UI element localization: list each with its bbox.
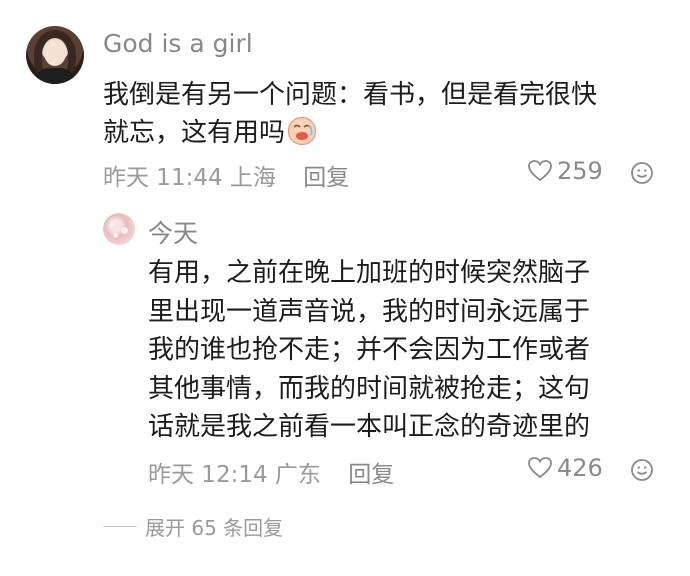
like-count: 259	[557, 157, 603, 185]
replier-avatar[interactable]	[103, 213, 135, 245]
reply-text-line: 话就是我之前看一本叫正念的奇迹里的	[148, 412, 591, 442]
react-button[interactable]	[630, 161, 654, 189]
avatar-body-shape	[36, 68, 74, 84]
comment-text-line: 就忘，这有用吗	[103, 114, 668, 152]
replier-username[interactable]: 今天	[148, 214, 198, 250]
react-button[interactable]	[630, 458, 654, 486]
comment-time: 昨天 11:44	[103, 165, 223, 191]
reply-text-line: 我的谁也抢不走；并不会因为工作或者	[148, 335, 591, 365]
reply-text-line: 其他事情，而我的时间就被抢走；这句	[148, 373, 591, 404]
reply-text: 有用，之前在晚上加班的时候突然脑子 里出现一道声音说，我的时间永远属于 我的谁也…	[148, 254, 658, 447]
comment-text: 我倒是有另一个问题：看书，但是看完很快 就忘，这有用吗	[103, 76, 668, 152]
commenter-username[interactable]: God is a girl	[103, 29, 253, 58]
reply-meta: 昨天 12:14 广东 回复	[148, 455, 394, 489]
avatar-decoration	[113, 233, 118, 238]
reply-button[interactable]: 回复	[348, 462, 394, 488]
commenter-avatar[interactable]	[26, 26, 84, 84]
reply-location: 广东	[274, 462, 321, 488]
comment-location: 上海	[229, 165, 276, 191]
avatar-face-shape	[44, 40, 66, 66]
reply-button[interactable]: 回复	[303, 165, 349, 191]
heart-outline-icon	[528, 160, 552, 182]
reply-text-line: 有用，之前在晚上加班的时候突然脑子	[148, 258, 591, 288]
sad-face-emoji-icon	[287, 116, 317, 146]
comment-text-line: 我倒是有另一个问题：看书，但是看完很快	[103, 80, 598, 110]
like-button[interactable]: 259	[527, 157, 603, 185]
comment-meta: 昨天 11:44 上海 回复	[103, 158, 349, 192]
reply-time: 昨天 12:14	[148, 462, 268, 488]
expand-replies-label: 展开 65 条回复	[145, 516, 284, 540]
heart-outline-icon	[528, 457, 552, 479]
avatar-decoration	[121, 227, 128, 234]
like-button[interactable]: 426	[527, 454, 603, 482]
comment-text-segment: 就忘，这有用吗	[103, 118, 286, 148]
avatar-decoration	[109, 221, 115, 227]
smile-face-icon	[631, 162, 653, 184]
expand-replies-button[interactable]: 展开 65 条回复	[103, 512, 283, 541]
smile-face-icon	[631, 459, 653, 481]
like-count: 426	[557, 454, 603, 482]
expand-divider	[103, 526, 137, 527]
reply-text-line: 里出现一道声音说，我的时间永远属于	[148, 296, 591, 327]
